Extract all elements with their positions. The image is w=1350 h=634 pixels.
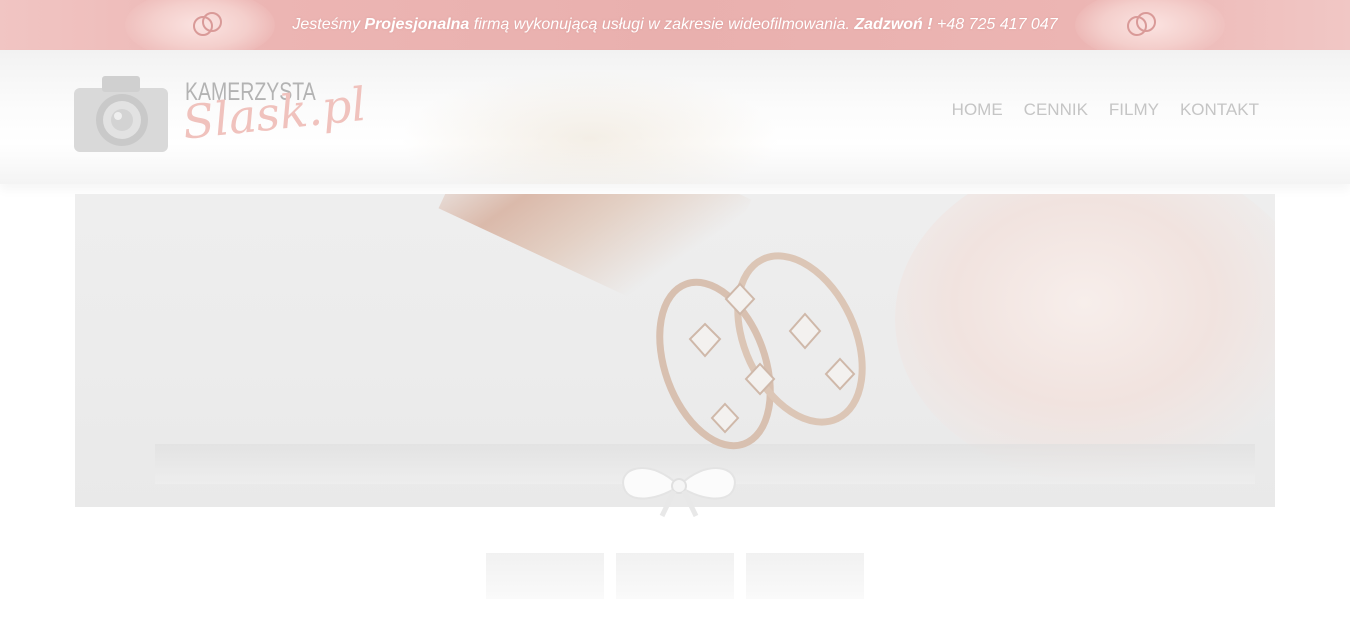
rose-decoration: [895, 194, 1275, 484]
diamond-rings-image: [656, 252, 866, 450]
top-banner-text: Jesteśmy Projesjonalna firmą wykonującą …: [0, 0, 1350, 50]
site-logo[interactable]: KAMERZYSTA Slask.pl: [74, 74, 369, 164]
main-navigation: HOME CENNIK FILMY KONTAKT: [952, 100, 1259, 120]
nav-home[interactable]: HOME: [952, 100, 1003, 120]
nav-filmy[interactable]: FILMY: [1109, 100, 1159, 120]
nav-cennik[interactable]: CENNIK: [1024, 100, 1088, 120]
banner-text-segment: firmą wykonującą usługi w zakresie wideo…: [469, 16, 855, 33]
gallery-thumbnails: [486, 553, 864, 599]
banner-phone-number: +48 725 417 047: [932, 16, 1058, 33]
bow-decoration: [622, 467, 736, 518]
top-banner: Jesteśmy Projesjonalna firmą wykonującą …: [0, 0, 1350, 50]
nav-kontakt[interactable]: KONTAKT: [1180, 100, 1259, 120]
gallery-thumbnail[interactable]: [616, 553, 734, 599]
banner-text-segment: Jesteśmy: [292, 16, 365, 33]
gallery-thumbnail[interactable]: [486, 553, 604, 599]
header-background-image: [400, 70, 780, 184]
banner-text-bold: Projesjonalna: [364, 16, 470, 33]
camera-icon: [74, 76, 168, 152]
gallery-thumbnail[interactable]: [746, 553, 864, 599]
banner-call-label: Zadzwoń !: [854, 16, 933, 33]
